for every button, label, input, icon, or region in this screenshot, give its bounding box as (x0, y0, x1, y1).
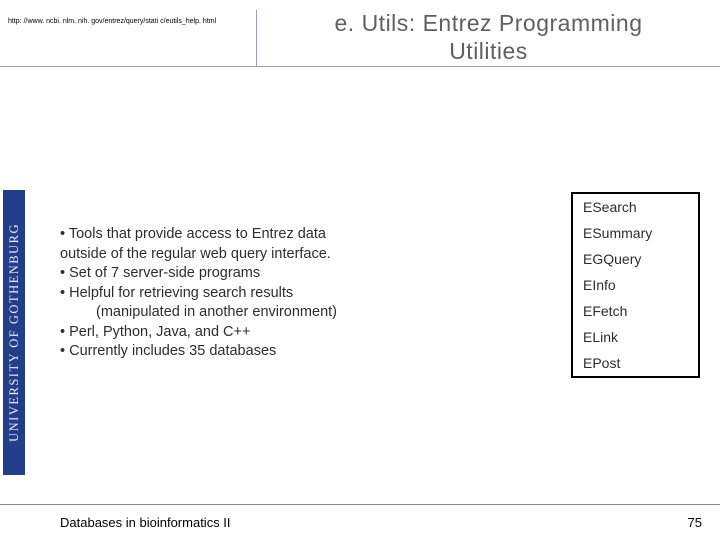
bullet-4: • Perl, Python, Java, and C++ (60, 323, 510, 343)
bullet-1-line-a: • Tools that provide access to Entrez da… (60, 225, 510, 245)
title-line-1: e. Utils: Entrez Programming (335, 10, 643, 36)
table-row: EPost (573, 350, 698, 376)
footer-title: Databases in bioinformatics II (60, 515, 231, 530)
table-row: EInfo (573, 272, 698, 298)
bullet-5: • Currently includes 35 databases (60, 342, 510, 362)
sidebar-logo-text: UNIVERSITY OF GOTHENBURG (7, 223, 22, 442)
main-content: • Tools that provide access to Entrez da… (60, 225, 510, 362)
bullet-3-sub: (manipulated in another environment) (60, 303, 510, 323)
bullet-1-line-b: outside of the regular web query interfa… (60, 245, 510, 265)
header-url: http: //www. ncbi. nlm. nih. gov/entrez/… (8, 10, 248, 26)
bullet-3: • Helpful for retrieving search results (60, 284, 510, 304)
slide-header: http: //www. ncbi. nlm. nih. gov/entrez/… (0, 0, 720, 67)
sidebar-logo: UNIVERSITY OF GOTHENBURG (3, 190, 25, 475)
slide-title: e. Utils: Entrez Programming Utilities (273, 10, 712, 65)
table-row: EFetch (573, 298, 698, 324)
table-row: ESearch (573, 194, 698, 220)
bullet-2: • Set of 7 server-side programs (60, 264, 510, 284)
table-row: ELink (573, 324, 698, 350)
table-row: EGQuery (573, 246, 698, 272)
slide-footer: Databases in bioinformatics II 75 (0, 504, 720, 540)
header-divider (256, 10, 257, 66)
page-number: 75 (688, 515, 702, 530)
utilities-table: ESearch ESummary EGQuery EInfo EFetch EL… (571, 192, 700, 378)
table-row: ESummary (573, 220, 698, 246)
title-line-2: Utilities (449, 38, 528, 64)
